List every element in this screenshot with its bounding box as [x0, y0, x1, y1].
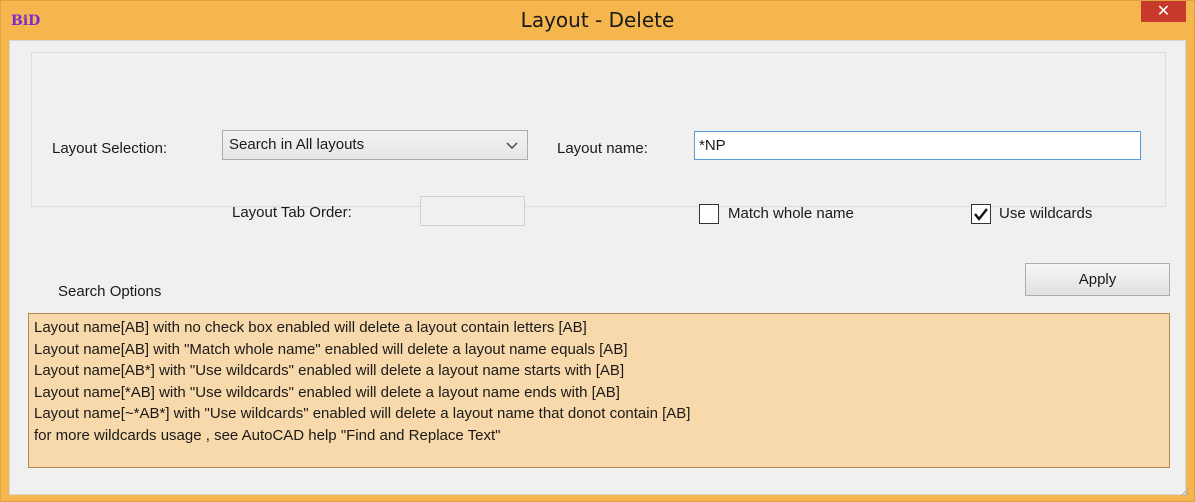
layout-tab-order-field — [420, 196, 525, 226]
use-wildcards-checkbox[interactable] — [971, 204, 991, 224]
close-icon: ✕ — [1156, 3, 1171, 20]
layout-selection-value: Search in All layouts — [229, 136, 365, 153]
title-bar[interactable]: BiD Layout - Delete ✕ — [1, 1, 1194, 41]
help-line: Layout name[AB] with no check box enable… — [34, 319, 587, 336]
close-button[interactable]: ✕ — [1141, 1, 1186, 22]
dialog-window: BiD Layout - Delete ✕ Layout Selection: … — [0, 0, 1195, 502]
help-line: Layout name[~*AB*] with "Use wildcards" … — [34, 405, 691, 423]
search-options-label: Search Options — [58, 283, 162, 300]
resize-grip-icon[interactable] — [1180, 487, 1190, 497]
help-line: for more wildcards usage , see AutoCAD h… — [34, 426, 501, 444]
use-wildcards-label[interactable]: Use wildcards — [999, 205, 1092, 222]
apply-button[interactable]: Apply — [1025, 263, 1170, 296]
layout-selection-dropdown[interactable]: Search in All layouts — [222, 130, 528, 160]
layout-selection-label: Layout Selection: — [52, 140, 168, 157]
match-whole-name-checkbox[interactable] — [699, 204, 719, 224]
window-title: Layout - Delete — [520, 8, 675, 32]
layout-tab-order-label: Layout Tab Order: — [232, 204, 352, 221]
help-line: Layout name[*AB] with "Use wildcards" en… — [34, 383, 620, 401]
chevron-down-icon — [505, 135, 519, 158]
match-whole-name-label[interactable]: Match whole name — [728, 205, 854, 222]
help-line: Layout name[AB] with "Match whole name" … — [34, 340, 628, 358]
search-options-help-box: Layout name[AB] with no check box enable… — [28, 313, 1170, 468]
help-line: Layout name[AB*] with "Use wildcards" en… — [34, 362, 625, 380]
layout-selection-group — [31, 52, 1166, 207]
layout-name-input[interactable] — [694, 131, 1141, 160]
layout-name-label: Layout name: — [557, 140, 648, 157]
